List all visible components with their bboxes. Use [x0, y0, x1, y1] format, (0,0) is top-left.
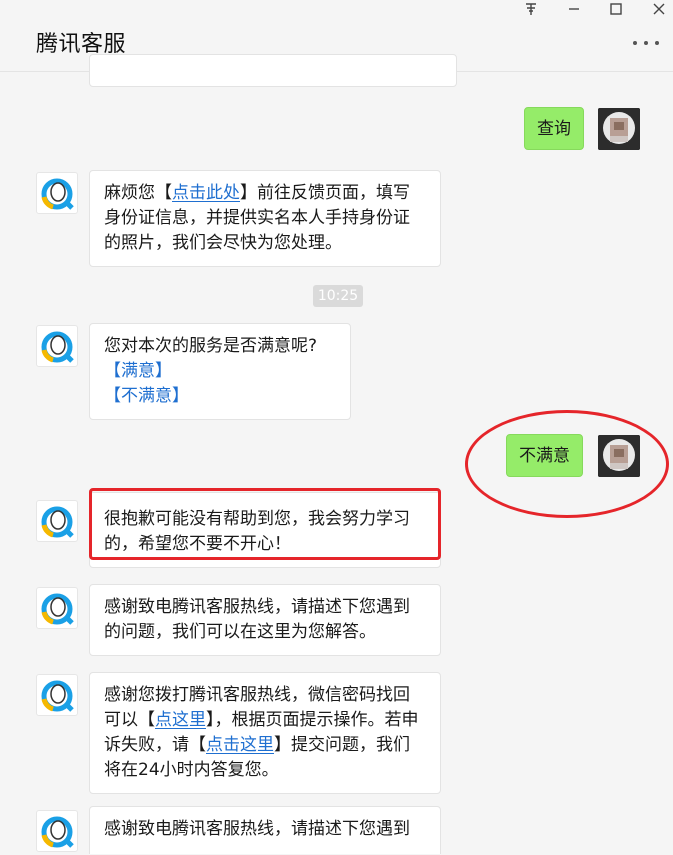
bot-message-bubble: 感谢您拨打腾讯客服热线，微信密码找回可以【点这里】，根据页面提示操作。若申诉失败… [89, 672, 441, 794]
user-avatar[interactable] [598, 435, 640, 477]
bot-avatar[interactable] [36, 587, 78, 629]
minimize-button[interactable] [563, 2, 585, 22]
qq-penguin-icon [41, 593, 74, 625]
bot-avatar[interactable] [36, 500, 78, 542]
bot-avatar[interactable] [36, 172, 78, 214]
user-message-bubble: 查询 [524, 107, 584, 150]
qq-penguin-icon [41, 680, 74, 712]
password-recovery-link[interactable]: 点这里 [155, 710, 206, 730]
user-avatar[interactable] [598, 108, 640, 150]
bot-message-bubble: 感谢致电腾讯客服热线，请描述下您遇到的问题，我们可以在这里为您解答。 [89, 584, 441, 656]
message-text: 感谢致电腾讯客服热线，请描述下您遇到的问题，我们可以在这里为您解答。 [104, 597, 410, 642]
feedback-link[interactable]: 点击此处 [172, 183, 240, 203]
qq-penguin-icon [41, 816, 74, 848]
message-text: 您对本次的服务是否满意呢? [104, 336, 318, 356]
close-button[interactable] [648, 2, 670, 22]
bot-message-bubble: 麻烦您【点击此处】前往反馈页面，填写身份证信息，并提供实名本人手持身份证的照片，… [89, 170, 441, 267]
satisfied-option[interactable]: 【满意】 [104, 359, 336, 384]
message-text: 麻烦您【 [104, 183, 172, 203]
user-message-bubble: 不满意 [506, 434, 583, 477]
unsatisfied-option[interactable]: 【不满意】 [104, 384, 336, 409]
timestamp: 10:25 [313, 285, 363, 307]
bot-avatar[interactable] [36, 325, 78, 367]
qq-penguin-icon [41, 178, 74, 210]
message-text: 感谢致电腾讯客服热线，请描述下您遇到 [104, 819, 410, 839]
bot-message-bubble: 您对本次的服务是否满意呢? 【满意】 【不满意】 [89, 323, 351, 420]
bot-avatar[interactable] [36, 810, 78, 852]
bot-message-bubble: 感谢致电腾讯客服热线，请描述下您遇到 [89, 806, 441, 854]
pin-icon[interactable] [520, 2, 542, 22]
qq-penguin-icon [41, 331, 74, 363]
bot-avatar[interactable] [36, 674, 78, 716]
message-text: 很抱歉可能没有帮助到您，我会努力学习的，希望您不要不开心！ [104, 509, 410, 554]
submit-issue-link[interactable]: 点击这里 [206, 735, 274, 755]
bot-message-bubble: 很抱歉可能没有帮助到您，我会努力学习的，希望您不要不开心！ [89, 492, 441, 568]
message-text: 查询 [537, 119, 571, 139]
maximize-button[interactable] [605, 2, 627, 22]
message-bubble-partial [89, 54, 457, 87]
more-dots-icon[interactable] [633, 36, 659, 50]
scrollbar[interactable] [667, 72, 673, 854]
qq-penguin-icon [41, 506, 74, 538]
message-text: 不满意 [519, 446, 570, 466]
